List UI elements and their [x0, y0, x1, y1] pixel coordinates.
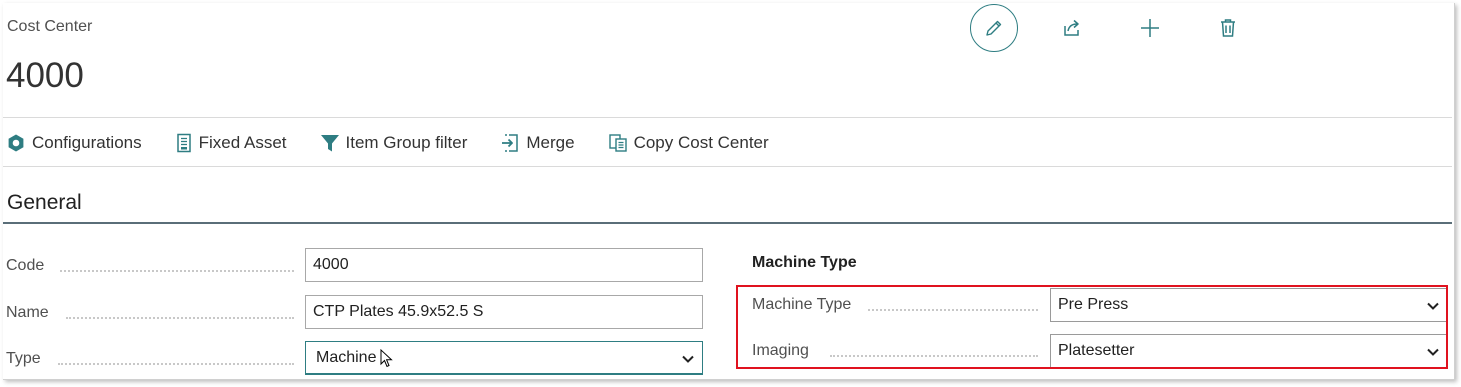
code-field: Code 4000	[6, 248, 704, 283]
code-leader-dots	[60, 270, 294, 272]
code-label: Code	[6, 257, 45, 274]
name-field: Name CTP Plates 45.9x52.5 S	[6, 295, 704, 330]
type-leader-dots	[58, 363, 294, 365]
pencil-icon	[986, 20, 1002, 36]
copy-cost-center-label: Copy Cost Center	[633, 133, 769, 152]
new-button[interactable]	[1136, 14, 1164, 42]
configurations-button[interactable]: Configurations	[6, 133, 142, 153]
header-divider	[3, 117, 1452, 118]
record-title: 4000	[6, 56, 84, 95]
edit-button[interactable]	[970, 4, 1018, 52]
merge-button[interactable]: Merge	[500, 133, 575, 153]
name-leader-dots	[66, 317, 294, 319]
gear-icon	[8, 134, 24, 152]
general-fasttab-title[interactable]: General	[7, 191, 82, 215]
fixed-asset-label: Fixed Asset	[198, 133, 287, 152]
filter-icon	[320, 135, 339, 152]
merge-label: Merge	[526, 133, 575, 152]
code-input[interactable]: 4000	[305, 248, 703, 282]
item-group-filter-label: Item Group filter	[345, 133, 468, 152]
mouse-cursor-icon	[380, 349, 393, 368]
name-input[interactable]: CTP Plates 45.9x52.5 S	[305, 295, 703, 329]
document-icon	[176, 133, 191, 153]
merge-icon	[502, 134, 519, 152]
type-select[interactable]: Machine	[305, 341, 703, 375]
configurations-label: Configurations	[32, 133, 142, 152]
copy-cost-center-button[interactable]: Copy Cost Center	[608, 133, 769, 153]
trash-icon	[1221, 19, 1235, 37]
fixed-asset-button[interactable]: Fixed Asset	[175, 133, 287, 153]
type-label: Type	[6, 350, 41, 367]
plus-icon	[1141, 19, 1159, 37]
share-icon	[1064, 19, 1079, 36]
actionbar-divider	[3, 166, 1452, 167]
chevron-down-icon	[682, 355, 694, 363]
type-field: Type Machine	[6, 341, 704, 376]
item-group-filter-button[interactable]: Item Group filter	[320, 133, 468, 153]
delete-button[interactable]	[1214, 14, 1242, 42]
name-label: Name	[6, 304, 49, 321]
share-button[interactable]	[1058, 14, 1086, 42]
highlight-box	[736, 285, 1448, 369]
copy-icon	[608, 134, 627, 152]
action-bar: Configurations Fixed Asset Item Group fi…	[6, 128, 802, 158]
page-caption: Cost Center	[7, 18, 93, 35]
machine-type-group-heading: Machine Type	[752, 254, 857, 271]
type-value: Machine	[316, 348, 377, 366]
general-fasttab-rule	[3, 222, 1452, 224]
